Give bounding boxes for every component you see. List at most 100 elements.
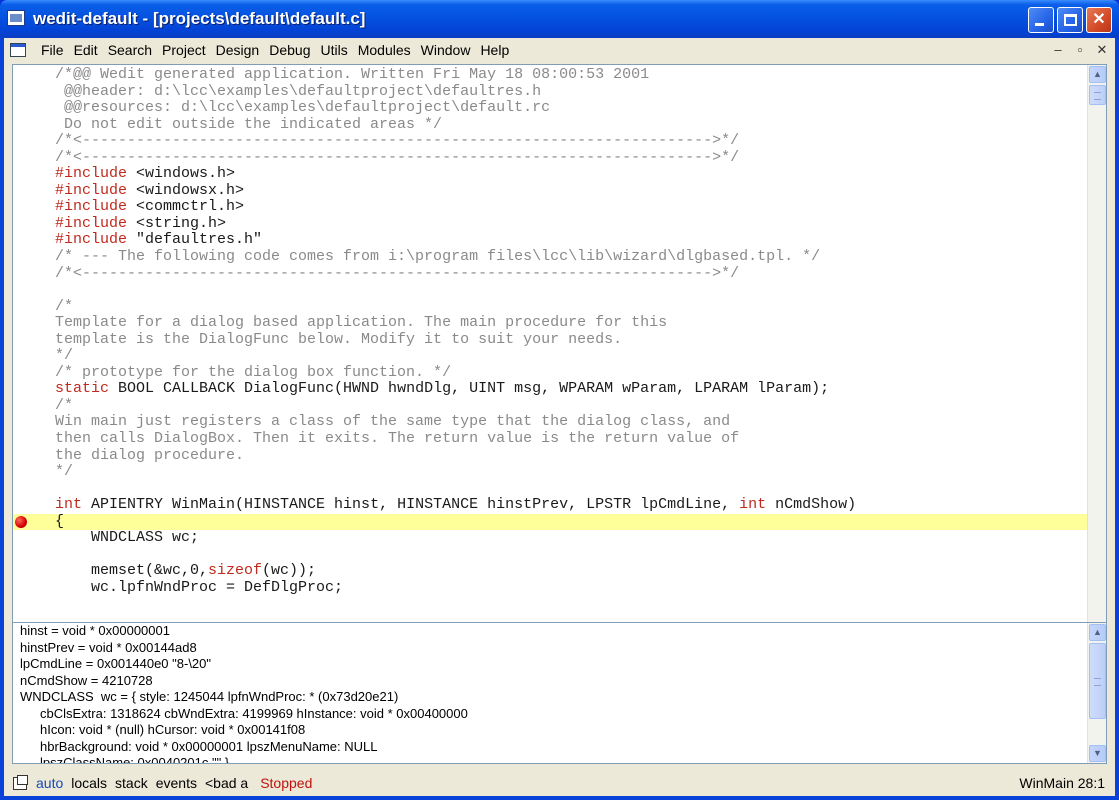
code-line[interactable]: the dialog procedure.	[55, 447, 1085, 465]
code-token: /*@@ Wedit generated application. Writte…	[55, 66, 650, 83]
code-line[interactable]: /* --- The following code comes from i:\…	[55, 248, 1085, 266]
editor-vertical-scrollbar[interactable]: ▲ ▼	[1087, 65, 1106, 645]
code-line[interactable]: */	[55, 463, 1085, 481]
menu-items: File Edit Search Project Design Debug Utils Mod…	[36, 41, 514, 59]
mdi-restore-button[interactable]: ▫	[1071, 41, 1089, 58]
menu-design[interactable]: Design	[211, 41, 265, 59]
code-token: (wc));	[262, 562, 317, 580]
debug-variable-row[interactable]: WNDCLASS wc = { style: 1245044 lpfnWndPr…	[20, 689, 468, 706]
menu-utils[interactable]: Utils	[315, 41, 352, 59]
menu-modules[interactable]: Modules	[353, 41, 416, 59]
status-bar: auto locals stack events <bad a Stopped …	[4, 772, 1115, 796]
code-line[interactable]: */	[55, 348, 1085, 365]
tab-locals[interactable]: locals	[71, 775, 107, 791]
code-line[interactable]: #include <commctrl.h>	[55, 199, 1085, 216]
code-line[interactable]: /*<-------------------------------------…	[55, 149, 1085, 167]
tab-auto[interactable]: auto	[36, 775, 63, 791]
tab-events[interactable]: events	[156, 775, 197, 791]
maximize-icon	[1064, 14, 1077, 26]
tab-bad-address[interactable]: <bad a	[205, 775, 248, 791]
close-icon: ✕	[1092, 11, 1106, 28]
editor-gutter[interactable]	[13, 65, 31, 645]
debug-scroll-thumb[interactable]	[1089, 643, 1106, 719]
code-token: APIENTRY WinMain(HINSTANCE hinst, HINSTA…	[82, 496, 740, 514]
debug-variables-pane[interactable]: hinst = void * 0x00000001 hinstPrev = voi…	[12, 622, 1107, 764]
code-line[interactable]	[55, 282, 1085, 299]
code-token: WNDCLASS wc;	[55, 529, 200, 547]
menu-file[interactable]: File	[36, 41, 69, 59]
menu-edit[interactable]: Edit	[69, 41, 103, 59]
code-token: /* --- The following code comes from i:\…	[55, 248, 821, 266]
document-icon[interactable]	[10, 43, 26, 57]
code-line[interactable]: Do not edit outside the indicated areas …	[55, 115, 1085, 134]
code-token: {	[55, 512, 65, 530]
mdi-minimize-button[interactable]: –	[1049, 41, 1067, 58]
code-line[interactable]: Template for a dialog based application.…	[55, 314, 1085, 332]
menu-debug[interactable]: Debug	[264, 41, 315, 59]
code-line[interactable]: wc.lpfnWndProc = DefDlgProc;	[55, 579, 1085, 597]
code-token: <windows.h>	[127, 165, 236, 183]
code-line[interactable]: #include <windowsx.h>	[55, 182, 1085, 200]
code-token: Template for a dialog based application.…	[55, 314, 668, 332]
code-token: Do not edit outside the indicated areas …	[55, 115, 443, 133]
minimize-button[interactable]	[1028, 7, 1054, 33]
code-line[interactable]: /*	[55, 397, 1085, 415]
code-line[interactable]: WNDCLASS wc;	[55, 530, 1085, 547]
debug-variable-row[interactable]: lpszClassName: 0x0040201c "" }	[20, 755, 468, 763]
debug-scroll-up-button[interactable]: ▲	[1089, 624, 1106, 641]
debug-scroll-down-button[interactable]: ▼	[1089, 745, 1106, 762]
code-line[interactable]: {	[13, 512, 1091, 531]
restore-windows-icon[interactable]	[13, 775, 28, 790]
code-line[interactable]: @@resources: d:\lcc\examples\defaultproj…	[55, 99, 1085, 117]
debug-variable-row[interactable]: hbrBackground: void * 0x00000001 lpszMen…	[20, 739, 468, 756]
debug-variable-row[interactable]: lpCmdLine = 0x001440e0 "8-\20"	[20, 656, 468, 673]
code-line[interactable]	[55, 481, 1085, 498]
code-editor[interactable]: /*@@ Wedit generated application. Writte…	[12, 64, 1107, 646]
code-line[interactable]: then calls DialogBox. Then it exits. The…	[55, 430, 1085, 448]
debug-variable-row[interactable]: cbClsExtra: 1318624 cbWndExtra: 4199969 …	[20, 706, 468, 723]
code-line[interactable]	[55, 547, 1085, 564]
code-token: <commctrl.h>	[127, 198, 245, 216]
minimize-icon	[1035, 23, 1044, 26]
scroll-thumb[interactable]	[1089, 85, 1106, 105]
code-token: static	[55, 380, 110, 398]
menu-help[interactable]: Help	[475, 41, 514, 59]
code-token: @@header: d:\lcc\examples\defaultproject…	[55, 82, 542, 100]
code-line[interactable]: #include "defaultres.h"	[55, 232, 1085, 249]
code-area[interactable]: /*@@ Wedit generated application. Writte…	[13, 66, 1091, 597]
menu-search[interactable]: Search	[103, 41, 157, 59]
code-token: #include	[55, 231, 128, 249]
mdi-close-button[interactable]: ✕	[1093, 41, 1111, 58]
breakpoint-icon[interactable]	[15, 515, 27, 528]
debug-vertical-scrollbar[interactable]: ▲ ▼	[1087, 623, 1106, 763]
code-line[interactable]: /*<-------------------------------------…	[55, 132, 1085, 150]
code-line[interactable]: Win main just registers a class of the s…	[55, 414, 1085, 431]
code-token: BOOL CALLBACK DialogFunc(HWND hwndDlg, U…	[109, 380, 830, 398]
scroll-up-button[interactable]: ▲	[1089, 66, 1106, 83]
code-line[interactable]: /*@@ Wedit generated application. Writte…	[55, 66, 1085, 84]
title-bar[interactable]: wedit-default - [projects\default\defaul…	[0, 0, 1119, 38]
code-line[interactable]: int APIENTRY WinMain(HINSTANCE hinst, HI…	[55, 496, 1085, 514]
code-token: then calls DialogBox. Then it exits. The…	[55, 430, 740, 448]
menu-project[interactable]: Project	[157, 41, 211, 59]
code-token: /*	[55, 297, 74, 315]
code-line[interactable]: static BOOL CALLBACK DialogFunc(HWND hwn…	[55, 381, 1085, 398]
mdi-controls: – ▫ ✕	[1049, 41, 1111, 58]
debug-variable-row[interactable]: hIcon: void * (null) hCursor: void * 0x0…	[20, 722, 468, 739]
maximize-button[interactable]	[1057, 7, 1083, 33]
code-line[interactable]: memset(&wc,0,sizeof(wc));	[55, 563, 1085, 580]
code-line[interactable]: @@header: d:\lcc\examples\defaultproject…	[55, 82, 1085, 101]
code-line[interactable]: /*<-------------------------------------…	[55, 265, 1085, 283]
code-line[interactable]: template is the DialogFunc below. Modify…	[55, 331, 1085, 349]
tab-stack[interactable]: stack	[115, 775, 148, 791]
menu-window[interactable]: Window	[416, 41, 476, 59]
code-line[interactable]: /*	[55, 297, 1085, 316]
close-button[interactable]: ✕	[1086, 7, 1112, 33]
debug-variable-row[interactable]: hinstPrev = void * 0x00144ad8	[20, 640, 468, 657]
code-line[interactable]: /* prototype for the dialog box function…	[55, 364, 1085, 382]
code-line[interactable]: #include <string.h>	[55, 215, 1085, 233]
debug-variable-row[interactable]: hinst = void * 0x00000001	[20, 623, 468, 640]
debug-variable-row[interactable]: nCmdShow = 4210728	[20, 673, 468, 690]
debug-tabs: auto locals stack events <bad a Stopped	[36, 775, 312, 791]
code-line[interactable]: #include <windows.h>	[55, 166, 1085, 183]
